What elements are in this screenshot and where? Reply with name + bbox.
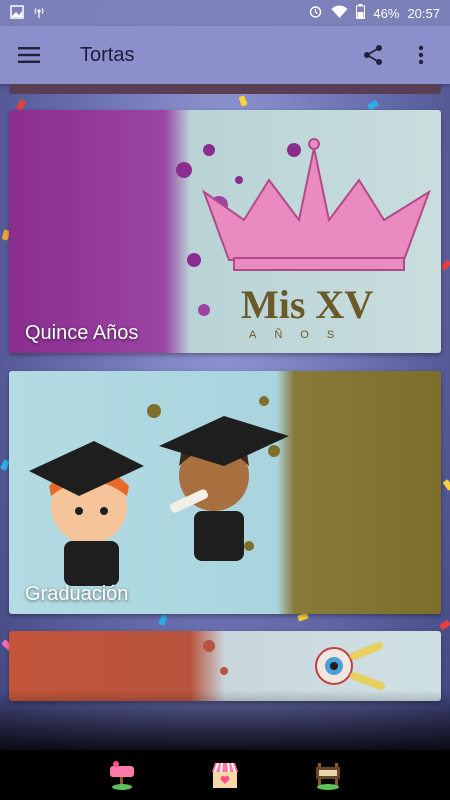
battery-percent: 46%	[373, 5, 400, 21]
category-card-quince-anos[interactable]: Mis XV AÑOS Quince Años	[9, 110, 441, 353]
svg-text:Mis XV: Mis XV	[241, 282, 373, 327]
crown-mis-xv-image: Mis XV AÑOS	[176, 138, 431, 341]
card-label: Graduación	[25, 583, 129, 605]
bottom-navigation	[0, 750, 450, 800]
bottom-fade	[0, 690, 450, 750]
app-bar: Tortas	[0, 26, 450, 84]
previous-card-edge[interactable]	[9, 84, 441, 94]
category-card-graduacion[interactable]: Graduación	[9, 371, 441, 614]
battery-icon	[356, 4, 366, 22]
graduates-image	[29, 396, 289, 586]
shop-icon[interactable]	[208, 758, 242, 792]
wifi-icon	[331, 5, 348, 22]
hamburger-menu-icon[interactable]	[16, 42, 42, 68]
clock: 20:57	[407, 5, 440, 21]
share-icon[interactable]	[360, 42, 386, 68]
alarm-icon	[308, 4, 323, 22]
status-bar: 46% 20:57	[0, 0, 450, 26]
svg-text:AÑOS: AÑOS	[249, 328, 352, 341]
card-label: Quince Años	[25, 322, 139, 344]
more-vertical-icon[interactable]	[408, 42, 434, 68]
board-icon[interactable]	[311, 758, 345, 792]
image-icon	[10, 4, 24, 22]
sign-icon[interactable]	[105, 758, 139, 792]
hotspot-icon	[32, 5, 46, 22]
page-title: Tortas	[80, 43, 135, 66]
category-list: Mis XV AÑOS Quince Años Graduación	[0, 84, 450, 750]
